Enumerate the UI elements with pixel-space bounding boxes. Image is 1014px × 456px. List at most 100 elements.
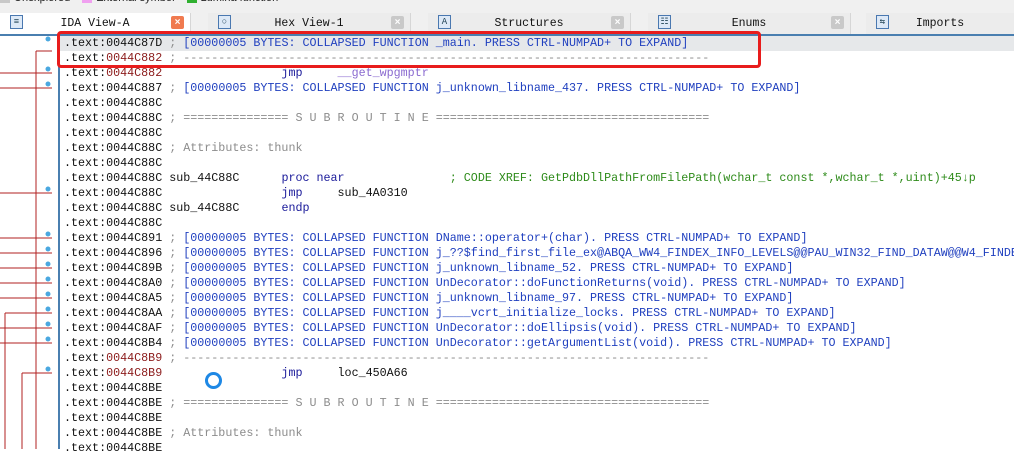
legend-label: Lumina function	[201, 0, 279, 4]
breakpoint-dot-icon[interactable]	[45, 276, 51, 282]
tab-imports[interactable]: ⇆ Imports	[866, 13, 1014, 34]
address-prefix: .text:	[64, 186, 107, 200]
address: 0044C8BE	[106, 396, 163, 410]
breakpoint-dot-icon[interactable]	[45, 66, 51, 72]
listing-line[interactable]: .text:0044C887 ; [00000005 BYTES: COLLAP…	[64, 81, 800, 96]
listing-line[interactable]: .text:0044C8BE	[64, 411, 162, 426]
code-token: jmp	[162, 366, 338, 380]
listing-line[interactable]: .text:0044C88C sub_44C88C endp	[64, 201, 310, 216]
address: 0044C8B9	[106, 366, 163, 380]
listing-line[interactable]: .text:0044C89B ; [00000005 BYTES: COLLAP…	[64, 261, 793, 276]
listing-line[interactable]: .text:0044C88C	[64, 156, 162, 171]
code-token: ;	[162, 306, 184, 320]
breakpoint-dot-icon[interactable]	[45, 186, 51, 192]
code-token: ;	[162, 81, 184, 95]
code-token: ;	[162, 321, 184, 335]
listing-line[interactable]: .text:0044C891 ; [00000005 BYTES: COLLAP…	[64, 231, 807, 246]
listing-line[interactable]: .text:0044C8BE ; Attributes: thunk	[64, 426, 302, 441]
code-token: sub_44C88C	[162, 171, 282, 185]
breakpoint-dot-icon[interactable]	[45, 306, 51, 312]
code-token: [00000005 BYTES: COLLAPSED FUNCTION j___…	[183, 306, 836, 320]
close-icon[interactable]: ×	[171, 16, 184, 29]
code-token: loc_450A66	[337, 366, 408, 380]
listing-line[interactable]: .text:0044C8B9 ; -----------------------…	[64, 351, 709, 366]
legend-swatch	[82, 0, 93, 3]
listing-line[interactable]: .text:0044C88C sub_44C88C proc near ; CO…	[64, 171, 976, 186]
address-prefix: .text:	[64, 441, 107, 455]
breakpoint-dot-icon[interactable]	[45, 246, 51, 252]
close-icon[interactable]: ×	[831, 16, 844, 29]
code-token: [00000005 BYTES: COLLAPSED FUNCTION j_un…	[183, 261, 794, 275]
breakpoint-dot-icon[interactable]	[45, 231, 51, 237]
tab-label: Hex View-1	[274, 17, 344, 30]
highlight-box	[57, 31, 761, 68]
code-token: jmp	[162, 186, 338, 200]
address: 0044C88C	[106, 156, 163, 170]
code-token: jmp	[162, 66, 338, 80]
listing-line[interactable]: .text:0044C882 jmp __get_wpgmptr	[64, 66, 429, 81]
listing-line[interactable]: .text:0044C8A5 ; [00000005 BYTES: COLLAP…	[64, 291, 793, 306]
breakpoint-dot-icon[interactable]	[45, 36, 51, 42]
legend-swatch	[0, 0, 10, 3]
legend-swatch	[186, 0, 197, 3]
listing-line[interactable]: .text:0044C88C ; Attributes: thunk	[64, 141, 302, 156]
address: 0044C88C	[106, 96, 163, 110]
breakpoint-dot-icon[interactable]	[45, 321, 51, 327]
address-prefix: .text:	[64, 276, 107, 290]
breakpoint-dot-icon[interactable]	[45, 366, 51, 372]
close-icon[interactable]: ×	[391, 16, 404, 29]
code-token: [00000005 BYTES: COLLAPSED FUNCTION j_??…	[183, 246, 1014, 260]
close-icon[interactable]: ×	[611, 16, 624, 29]
address-prefix: .text:	[64, 396, 107, 410]
code-token: ;	[162, 261, 184, 275]
breakpoint-dot-icon[interactable]	[45, 81, 51, 87]
breakpoint-dot-icon[interactable]	[45, 261, 51, 267]
tab-label: IDA View-A	[60, 17, 130, 30]
listing-line[interactable]: .text:0044C88C ; =============== S U B R…	[64, 111, 709, 126]
address-prefix: .text:	[64, 261, 107, 275]
address-prefix: .text:	[64, 231, 107, 245]
listing-line[interactable]: .text:0044C8BE	[64, 381, 162, 396]
code-token: ; Attributes: thunk	[162, 426, 303, 440]
address-prefix: .text:	[64, 351, 107, 365]
address-prefix: .text:	[64, 66, 107, 80]
address: 0044C8B4	[106, 336, 163, 350]
address-prefix: .text:	[64, 171, 107, 185]
address-prefix: .text:	[64, 141, 107, 155]
code-token: [00000005 BYTES: COLLAPSED FUNCTION UnDe…	[183, 321, 857, 335]
code-token: ;	[162, 291, 184, 305]
listing-line[interactable]: .text:0044C8A0 ; [00000005 BYTES: COLLAP…	[64, 276, 906, 291]
address: 0044C891	[106, 231, 163, 245]
tab-label: Imports	[915, 17, 965, 30]
code-token: ; CODE XREF: GetPdbDllPathFromFilePath(w…	[344, 171, 976, 185]
address: 0044C88C	[106, 171, 163, 185]
listing-line[interactable]: .text:0044C8B4 ; [00000005 BYTES: COLLAP…	[64, 336, 892, 351]
code-token: ;	[162, 231, 184, 245]
code-token: [00000005 BYTES: COLLAPSED FUNCTION UnDe…	[183, 276, 906, 290]
address-prefix: .text:	[64, 321, 107, 335]
breakpoint-dot-icon[interactable]	[45, 336, 51, 342]
listing-line[interactable]: .text:0044C896 ; [00000005 BYTES: COLLAP…	[64, 246, 1014, 261]
address: 0044C8AA	[106, 306, 163, 320]
listing-line[interactable]: .text:0044C8B9 jmp loc_450A66	[64, 366, 408, 381]
breakpoint-dot-icon[interactable]	[45, 291, 51, 297]
listing-line[interactable]: .text:0044C8BE ; =============== S U B R…	[64, 396, 709, 411]
listing-line[interactable]: .text:0044C88C jmp sub_4A0310	[64, 186, 408, 201]
arrow-gutter	[0, 36, 52, 449]
listing-line[interactable]: .text:0044C88C	[64, 96, 162, 111]
address: 0044C88C	[106, 201, 163, 215]
legend-item: Unexplored	[0, 0, 76, 4]
address: 0044C8A0	[106, 276, 163, 290]
address: 0044C8A5	[106, 291, 163, 305]
listing-line[interactable]: .text:0044C8AA ; [00000005 BYTES: COLLAP…	[64, 306, 836, 321]
disassembly-listing[interactable]: .text:0044C87D ; [00000005 BYTES: COLLAP…	[58, 36, 1014, 455]
listing-line[interactable]: .text:0044C88C	[64, 126, 162, 141]
address-prefix: .text:	[64, 96, 107, 110]
address: 0044C8AF	[106, 321, 163, 335]
address: 0044C8BE	[106, 411, 163, 425]
loading-spinner-icon	[205, 372, 222, 389]
address: 0044C89B	[106, 261, 163, 275]
listing-line[interactable]: .text:0044C88C	[64, 216, 162, 231]
listing-line[interactable]: .text:0044C8AF ; [00000005 BYTES: COLLAP…	[64, 321, 857, 336]
tab-label: Enums	[731, 17, 767, 30]
